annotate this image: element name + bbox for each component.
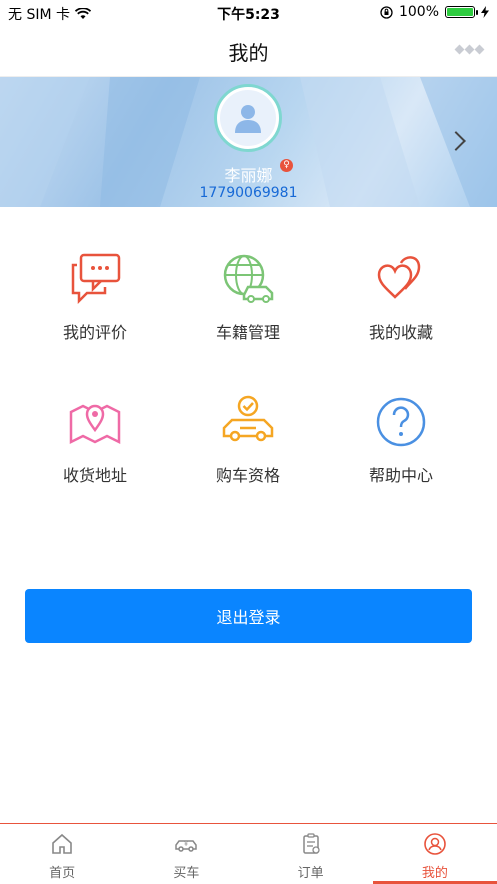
- map-pin-icon: [69, 404, 121, 445]
- comment-icon: [71, 253, 121, 305]
- tab-label: 首页: [49, 866, 76, 881]
- charging-icon: [481, 6, 489, 18]
- avatar[interactable]: [214, 84, 282, 152]
- hearts-icon: [377, 256, 421, 299]
- nav-bar: 我的: [0, 26, 497, 77]
- orientation-lock-icon: [380, 5, 393, 19]
- menu-label: 购车资格: [215, 466, 280, 485]
- profile-icon: [424, 833, 446, 855]
- female-icon: ♀: [280, 159, 293, 172]
- home-icon: [52, 833, 72, 854]
- menu-label: 帮助中心: [368, 466, 433, 485]
- car-price-icon: ¥: [175, 840, 198, 852]
- tab-orders[interactable]: 订单: [249, 824, 373, 884]
- svg-text:¥: ¥: [184, 841, 188, 848]
- logout-button[interactable]: 退出登录: [25, 589, 472, 643]
- user-icon: [235, 105, 261, 133]
- help-icon: [376, 397, 426, 447]
- tab-label: 我的: [421, 866, 448, 881]
- menu-item-help-center[interactable]: 帮助中心: [326, 350, 476, 485]
- menu-label: 车籍管理: [215, 323, 280, 342]
- menu-item-vehicle-registry[interactable]: 车籍管理: [173, 207, 323, 342]
- page-title: 我的: [228, 40, 269, 65]
- order-icon: [302, 833, 320, 854]
- menu-label: 我的收藏: [368, 323, 433, 342]
- user-phone: 17790069981: [199, 185, 298, 201]
- menu-item-favorites[interactable]: 我的收藏: [326, 207, 476, 342]
- menu-label: 我的评价: [62, 323, 127, 342]
- tab-buy-car[interactable]: ¥ 买车: [124, 824, 248, 884]
- tab-home[interactable]: 首页: [0, 824, 124, 884]
- tab-bar: 首页 ¥ 买车 订单 我的: [0, 823, 497, 884]
- tab-profile[interactable]: 我的: [372, 824, 497, 884]
- battery-percent: 100%: [398, 4, 439, 20]
- profile-banner[interactable]: 李丽娜 ♀ 17790069981: [0, 77, 497, 207]
- user-name: 李丽娜: [224, 166, 273, 185]
- car-check-icon: [222, 395, 274, 442]
- status-bar: 无 SIM 卡 下午5:23 100%: [0, 0, 497, 26]
- battery-icon: [445, 6, 478, 18]
- menu-item-purchase-eligibility[interactable]: 购车资格: [173, 350, 323, 485]
- more-icon[interactable]: [454, 44, 485, 55]
- menu-item-address[interactable]: 收货地址: [20, 350, 170, 485]
- menu-label: 收货地址: [62, 466, 127, 485]
- menu-item-reviews[interactable]: 我的评价: [20, 207, 170, 342]
- globe-car-icon: [223, 254, 274, 303]
- menu-grid: 我的评价 车籍管理 我的收藏 收货地址 购车资格 帮助中心: [0, 207, 497, 507]
- tab-label: 订单: [297, 866, 324, 881]
- tab-label: 买车: [173, 866, 200, 881]
